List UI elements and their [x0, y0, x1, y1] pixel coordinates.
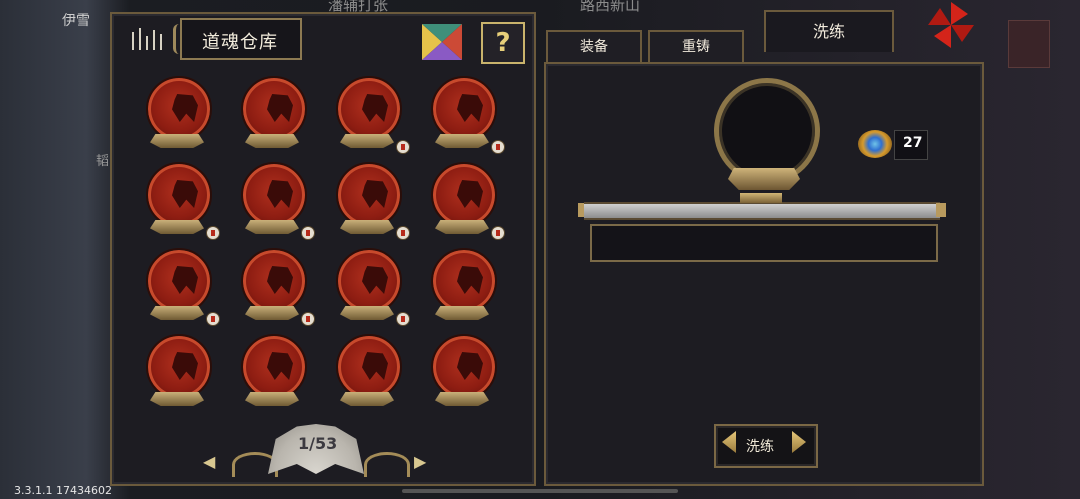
orb-stand: [150, 306, 204, 320]
beast-glyph-icon: [267, 352, 293, 380]
beast-glyph-icon: [362, 266, 388, 294]
orb-stand: [435, 134, 489, 148]
player-name: 伊雪: [62, 13, 90, 29]
tab-refine[interactable]: 洗练: [764, 10, 894, 52]
beast-glyph-icon: [172, 266, 198, 294]
soul-slot[interactable]: [425, 334, 499, 410]
orb-stand: [150, 220, 204, 234]
background-side-text: 韬: [96, 154, 110, 169]
beast-glyph-icon: [457, 94, 483, 122]
orb-stand: [340, 134, 394, 148]
soul-slot[interactable]: [140, 248, 220, 326]
pinwheel-icon: [928, 2, 974, 48]
beast-glyph-icon: [267, 180, 293, 208]
soul-orb-icon: [431, 162, 497, 228]
orb-stand: [150, 392, 204, 406]
new-item-badge-icon: [396, 312, 410, 326]
soul-orb-icon: [336, 248, 402, 314]
soul-slot[interactable]: [140, 162, 220, 240]
soul-slot[interactable]: [330, 76, 410, 154]
orb-stand: [340, 392, 394, 406]
orb-stand: [340, 220, 394, 234]
help-button[interactable]: ?: [481, 22, 525, 64]
soul-slot[interactable]: [140, 76, 214, 152]
beast-glyph-icon: [457, 180, 483, 208]
right-cloud-ornament: [364, 452, 410, 477]
soul-orb-icon: [241, 248, 307, 314]
bar-knob: [740, 193, 782, 203]
orb-stand: [435, 220, 489, 234]
orb-stand: [340, 306, 394, 320]
soul-slot[interactable]: [330, 162, 410, 240]
soul-slot[interactable]: [235, 334, 309, 410]
orb-stand: [245, 134, 299, 148]
beast-glyph-icon: [172, 94, 198, 122]
soul-orb-icon: [336, 334, 402, 400]
bar-right-cap: [936, 203, 946, 217]
version-label: 3.3.1.1 17434602: [14, 484, 112, 497]
orb-stand: [435, 306, 489, 320]
new-item-badge-icon: [491, 140, 505, 154]
orb-stand: [245, 306, 299, 320]
beast-glyph-icon: [457, 352, 483, 380]
beast-glyph-icon: [457, 266, 483, 294]
soul-slot[interactable]: [140, 334, 214, 410]
orb-stand: [150, 134, 204, 148]
soul-orb-icon: [431, 248, 497, 314]
soul-slot[interactable]: [235, 162, 315, 240]
soul-orb-icon: [146, 162, 212, 228]
soul-orb-icon: [146, 248, 212, 314]
beast-glyph-icon: [267, 266, 293, 294]
home-indicator[interactable]: [402, 489, 678, 493]
soul-orb-icon: [146, 76, 212, 142]
soul-slot[interactable]: [330, 334, 404, 410]
soul-orb-icon: [431, 76, 497, 142]
soul-orb-icon: [336, 162, 402, 228]
soul-orb-icon: [241, 162, 307, 228]
orb-stand: [245, 392, 299, 406]
soul-slot[interactable]: [235, 76, 309, 152]
soul-orb-icon: [241, 334, 307, 400]
item-slot-stand: [728, 168, 800, 190]
background-menu-icon: [1008, 20, 1050, 68]
refine-progress-bar: [584, 202, 940, 220]
soul-orb-icon: [336, 76, 402, 142]
refine-stone-icon: [858, 130, 892, 158]
soul-orb-icon: [146, 334, 212, 400]
soul-orb-icon: [241, 76, 307, 142]
new-item-badge-icon: [206, 312, 220, 326]
beast-glyph-icon: [362, 352, 388, 380]
page-indicator: 1/53: [298, 434, 338, 453]
filter-icon[interactable]: [128, 26, 164, 52]
soul-slot[interactable]: [425, 76, 505, 154]
soul-slot[interactable]: [330, 248, 410, 326]
beast-glyph-icon: [267, 94, 293, 122]
beast-glyph-icon: [172, 180, 198, 208]
refine-stats-box: [590, 224, 938, 262]
new-item-badge-icon: [396, 140, 410, 154]
soul-slot[interactable]: [425, 162, 505, 240]
orb-stand: [435, 392, 489, 406]
next-page-arrow[interactable]: ▶: [414, 452, 426, 471]
soul-slot[interactable]: [235, 248, 315, 326]
new-item-badge-icon: [301, 312, 315, 326]
beast-glyph-icon: [362, 180, 388, 208]
new-item-badge-icon: [206, 226, 220, 240]
soul-slot[interactable]: [425, 248, 499, 324]
refine-button-label: 洗练: [746, 439, 774, 455]
beast-glyph-icon: [362, 94, 388, 122]
beast-glyph-icon: [172, 352, 198, 380]
warehouse-title: 道魂仓库: [202, 32, 278, 53]
prev-page-arrow[interactable]: ◀: [203, 452, 215, 471]
new-item-badge-icon: [396, 226, 410, 240]
new-item-badge-icon: [301, 226, 315, 240]
tab-equipment[interactable]: 装备: [546, 30, 642, 62]
currency-count: 27: [903, 135, 923, 151]
soul-orb-icon: [431, 334, 497, 400]
tab-recast[interactable]: 重铸: [648, 30, 744, 62]
background-top-text-2: 路西新山: [580, 0, 641, 14]
orb-stand: [245, 220, 299, 234]
tangram-icon[interactable]: [422, 24, 462, 60]
new-item-badge-icon: [491, 226, 505, 240]
